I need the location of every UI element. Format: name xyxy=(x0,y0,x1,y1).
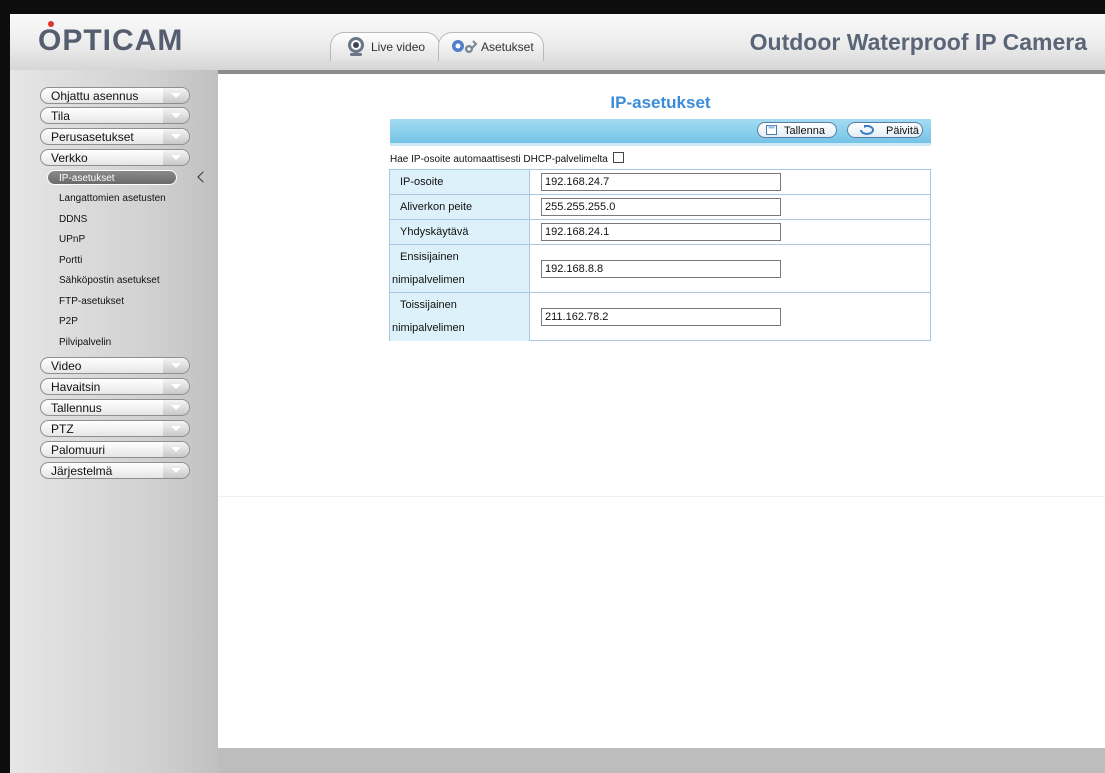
content-divider xyxy=(218,496,1105,497)
form-row-ip: IP-osoite 192.168.24.7 xyxy=(390,170,930,195)
dhcp-label: Hae IP-osoite automaattisesti DHCP-palve… xyxy=(390,154,608,165)
sidebar-item-label: Perusasetukset xyxy=(51,130,134,144)
chevron-down-icon xyxy=(163,442,189,457)
content-footer xyxy=(218,748,1105,773)
chevron-down-icon xyxy=(163,358,189,373)
secondary-dns-label-2: nimipalvelimen xyxy=(392,322,465,334)
ip-settings-form: IP-osoite 192.168.24.7 Aliverkon peite 2… xyxy=(389,169,931,341)
sidebar-sub-ftp[interactable]: FTP-asetukset xyxy=(59,296,124,307)
tab-live-video-label: Live video xyxy=(371,40,426,54)
sidebar-item-firewall[interactable]: Palomuuri xyxy=(40,441,190,458)
sidebar-sub-cloud[interactable]: Pilvipalvelin xyxy=(59,337,111,348)
gateway-field[interactable]: 192.168.24.1 xyxy=(541,223,781,241)
sidebar-item-video[interactable]: Video xyxy=(40,357,190,374)
sidebar-item-label: Tallennus xyxy=(51,401,102,415)
logo-dot xyxy=(48,21,54,27)
primary-dns-label-2: nimipalvelimen xyxy=(392,274,465,286)
chevron-down-icon xyxy=(163,421,189,436)
sidebar-sub-port[interactable]: Portti xyxy=(59,255,82,266)
field-label: Aliverkon peite xyxy=(390,195,530,219)
sidebar-item-ptz[interactable]: PTZ xyxy=(40,420,190,437)
gateway-label: Yhdyskäytävä xyxy=(400,226,469,238)
save-icon xyxy=(766,125,777,135)
tab-settings[interactable]: Asetukset xyxy=(438,32,544,61)
product-title: Outdoor Waterproof IP Camera xyxy=(749,29,1087,55)
sidebar-item-system[interactable]: Järjestelmä xyxy=(40,462,190,479)
form-row-gateway: Yhdyskäytävä 192.168.24.1 xyxy=(390,220,930,245)
form-row-secondary-dns: Toissijainen nimipalvelimen 211.162.78.2 xyxy=(390,293,930,341)
chevron-down-icon xyxy=(163,463,189,478)
sidebar-sub-p2p[interactable]: P2P xyxy=(59,316,78,327)
sidebar-sub-ip-settings[interactable]: IP-asetukset xyxy=(47,170,177,185)
save-label: Tallenna xyxy=(784,125,825,137)
header-bar: OPTICAM Live video Asetukset Outdoor Wat… xyxy=(10,14,1105,71)
secondary-dns-field[interactable]: 211.162.78.2 xyxy=(541,308,781,326)
sidebar-sub-wireless[interactable]: Langattomien asetusten xyxy=(59,193,166,204)
subnet-mask-field[interactable]: 255.255.255.0 xyxy=(541,198,781,216)
chevron-down-icon xyxy=(163,88,189,103)
refresh-button[interactable]: Päivitä xyxy=(847,122,923,138)
page-title: IP-asetukset xyxy=(610,93,711,112)
sidebar-item-label: Verkko xyxy=(51,151,88,165)
sidebar-item-label: Ohjattu asennus xyxy=(51,89,139,103)
form-row-primary-dns: Ensisijainen nimipalvelimen 192.168.8.8 xyxy=(390,245,930,293)
window-frame-top xyxy=(0,0,1105,14)
sidebar-item-label: Tila xyxy=(51,109,70,123)
sidebar-sub-email[interactable]: Sähköpostin asetukset xyxy=(59,275,160,286)
chevron-down-icon xyxy=(163,108,189,123)
chevron-left-icon xyxy=(197,171,209,183)
tab-live-video[interactable]: Live video xyxy=(330,32,440,61)
content-top-border xyxy=(218,70,1105,74)
form-row-subnet: Aliverkon peite 255.255.255.0 xyxy=(390,195,930,220)
sidebar-item-network[interactable]: Verkko xyxy=(40,149,190,166)
dhcp-checkbox[interactable] xyxy=(612,152,624,163)
sidebar-item-detector[interactable]: Havaitsin xyxy=(40,378,190,395)
window-frame-left xyxy=(0,0,10,773)
sidebar-sub-ddns[interactable]: DDNS xyxy=(59,214,87,225)
secondary-dns-label: Toissijainen xyxy=(400,299,457,311)
save-button[interactable]: Tallenna xyxy=(757,122,837,138)
sidebar-item-label: Havaitsin xyxy=(51,380,101,394)
refresh-label: Päivitä xyxy=(886,125,920,137)
sidebar-item-label: Video xyxy=(51,359,82,373)
webcam-icon xyxy=(348,37,364,56)
chevron-down-icon xyxy=(163,150,189,165)
chevron-down-icon xyxy=(163,379,189,394)
primary-dns-field[interactable]: 192.168.8.8 xyxy=(541,260,781,278)
chevron-down-icon xyxy=(163,400,189,415)
sidebar: Ohjattu asennus Tila Perusasetukset Verk… xyxy=(10,70,218,773)
field-label: Yhdyskäytävä xyxy=(390,220,530,244)
sidebar-item-record[interactable]: Tallennus xyxy=(40,399,190,416)
tab-settings-label: Asetukset xyxy=(481,40,534,54)
ip-address-field[interactable]: 192.168.24.7 xyxy=(541,173,781,191)
opticam-logo: OPTICAM xyxy=(38,21,184,58)
dhcp-option: Hae IP-osoite automaattisesti DHCP-palve… xyxy=(390,152,624,166)
sidebar-sub-label: IP-asetukset xyxy=(59,173,115,184)
sidebar-sub-upnp[interactable]: UPnP xyxy=(59,234,85,245)
sidebar-item-setup-wizard[interactable]: Ohjattu asennus xyxy=(40,87,190,104)
action-toolbar: Tallenna Päivitä xyxy=(390,119,931,146)
sidebar-item-label: PTZ xyxy=(51,422,74,436)
sidebar-item-label: Järjestelmä xyxy=(51,464,113,478)
subnet-mask-label: Aliverkon peite xyxy=(400,201,473,213)
field-label: IP-osoite xyxy=(390,170,530,194)
refresh-icon xyxy=(860,125,874,135)
gears-icon xyxy=(452,40,478,53)
sidebar-item-label: Palomuuri xyxy=(51,443,106,457)
field-label: Ensisijainen nimipalvelimen xyxy=(390,245,530,292)
chevron-down-icon xyxy=(163,129,189,144)
primary-dns-label: Ensisijainen xyxy=(400,251,459,263)
sidebar-item-status[interactable]: Tila xyxy=(40,107,190,124)
sidebar-item-basic-settings[interactable]: Perusasetukset xyxy=(40,128,190,145)
field-label: Toissijainen nimipalvelimen xyxy=(390,293,530,341)
logo-text: OPTICAM xyxy=(38,24,184,57)
ip-address-label: IP-osoite xyxy=(400,176,444,188)
